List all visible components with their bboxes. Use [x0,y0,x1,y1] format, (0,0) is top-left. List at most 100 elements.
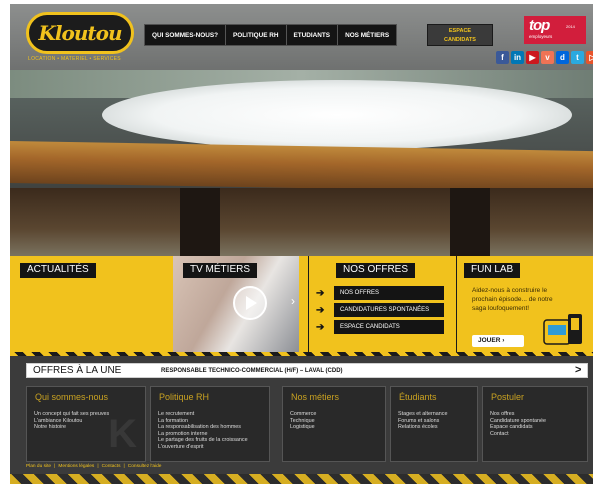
page: Kloutou LOCATION • MATERIEL • SERVICES Q… [10,4,593,484]
hero-carousel[interactable] [10,70,593,256]
column-links: Un concept qui fait ses preuves L'ambian… [34,411,109,431]
column-qui-sommes-nous: Qui sommes-nous Un concept qui fait ses … [26,386,146,462]
nos-offres-title: NOS OFFRES [336,263,416,278]
column-title[interactable]: Étudiants [399,392,437,402]
viadeo-icon[interactable]: v [541,51,554,64]
dailymotion-icon[interactable]: d [556,51,569,64]
hero-bucket-post [450,188,490,256]
column-politique-rh: Politique RH Le recrutement La formation… [150,386,270,462]
column-link[interactable]: Le partage des fruits de la croissance [158,437,248,444]
espace-label-line2: CANDIDATS [444,37,476,43]
linkedin-icon[interactable]: in [511,51,524,64]
header: Kloutou LOCATION • MATERIEL • SERVICES Q… [10,4,593,70]
jouer-button[interactable]: JOUER › [472,335,524,347]
column-link[interactable]: Candidature spontanée [490,418,546,425]
arrow-right-icon: ➔ [316,304,325,316]
feature-band: ACTUALITÉS TV MÉTIERS › NOS OFFRES ➔ NOS… [10,256,593,352]
column-links: Nos offres Candidature spontanée Espace … [490,411,546,437]
hero-bucket-rim [10,140,593,194]
top-employeurs-badge[interactable]: top 2014 employeurs [524,16,586,44]
column-title[interactable]: Politique RH [159,392,209,402]
column-title[interactable]: Nos métiers [291,392,339,402]
footer-separator: | [54,464,56,469]
column-link[interactable]: L'ouverture d'esprit [158,444,248,451]
hero-bucket-post [180,188,220,256]
column-postuler: Postuler Nos offres Candidature spontané… [482,386,588,462]
badge-year: 2014 [566,24,575,29]
column-link[interactable]: La formation [158,418,248,425]
column-etudiants: Étudiants Stages et alternance Forums et… [390,386,478,462]
hero-bucket-body [10,188,593,256]
footer-links: Plan du site | Mentions légales | Contac… [26,464,161,469]
tv-metiers-panel: TV MÉTIERS [173,256,299,352]
offres-links: ➔ NOS OFFRES ➔ CANDIDATURES SPONTANÉES ➔… [316,286,444,337]
fun-lab-text: Aidez-nous à construire le prochain épis… [472,287,553,312]
column-links: Le recrutement La formation La responsab… [158,411,248,451]
footer-link-contacts[interactable]: Contacts [102,464,121,469]
badge-top: top [529,17,550,34]
badge-employeurs: employeurs [529,34,553,39]
espace-candidats-link[interactable]: ESPACE CANDIDATS [334,320,444,334]
column-link[interactable]: La responsabilisation des hommes [158,424,248,431]
offres-a-la-une-title: OFFRES À LA UNE [33,365,122,376]
column-link[interactable]: Contact [490,431,546,438]
offre-link-row[interactable]: ➔ NOS OFFRES [316,286,444,300]
nav-item-politique-rh[interactable]: POLITIQUE RH [226,25,287,45]
offres-a-la-une-bar[interactable]: OFFRES À LA UNE RESPONSABLE TECHNICO-COM… [26,363,588,378]
actualites-panel[interactable]: ACTUALITÉS [10,256,173,352]
column-title[interactable]: Postuler [491,392,524,402]
column-link[interactable]: La promotion interne [158,431,248,438]
twitter-icon[interactable]: t [571,51,584,64]
espace-label-line1: ESPACE [448,28,472,34]
chevron-right-icon[interactable]: › [291,294,295,308]
nav-item-nos-metiers[interactable]: NOS MÉTIERS [338,25,396,45]
facebook-icon[interactable]: f [496,51,509,64]
footer-link-mentions-legales[interactable]: Mentions légales [58,464,94,469]
column-link[interactable]: Un concept qui fait ses preuves [34,411,109,418]
footer-separator: | [123,464,125,469]
actualites-title: ACTUALITÉS [20,263,96,278]
tv-metiers-title: TV MÉTIERS [183,263,258,278]
play-store-icon[interactable]: ▷ [586,51,593,64]
column-link[interactable]: Stages et alternance [398,411,447,418]
column-link[interactable]: L'ambiance Kiloutou [34,418,109,425]
column-link[interactable]: Nos offres [490,411,546,418]
youtube-icon[interactable]: ▶ [526,51,539,64]
arrow-right-icon: ➔ [316,321,325,333]
footer-link-aide[interactable]: Consultez l'aide [128,464,162,469]
main-nav: QUI SOMMES-NOUS? POLITIQUE RH ETUDIANTS … [144,24,398,46]
offre-link-row[interactable]: ➔ ESPACE CANDIDATS [316,320,444,334]
social-links: f in ▶ v d t ▷ [496,51,593,64]
hazard-stripe-footer [10,474,593,484]
footer-separator: | [97,464,99,469]
column-title[interactable]: Qui sommes-nous [35,392,108,402]
logo-text: Kloutou [38,21,123,45]
hero-snow [102,80,572,150]
column-link[interactable]: Relations écoles [398,424,447,431]
featured-job-link[interactable]: RESPONSABLE TECHNICO-COMMERCIAL (H/F) – … [161,368,343,374]
nos-offres-link[interactable]: NOS OFFRES [334,286,444,300]
column-link[interactable]: Espace candidats [490,424,546,431]
nav-item-etudiants[interactable]: ETUDIANTS [287,25,339,45]
lower-section: OFFRES À LA UNE RESPONSABLE TECHNICO-COM… [10,356,593,484]
next-arrow-icon[interactable]: > [575,364,581,376]
column-links: Stages et alternance Forums et salons Re… [398,411,447,431]
column-link[interactable]: Forums et salons [398,418,447,425]
fun-lab-title: FUN LAB [464,263,521,278]
candidatures-spontanees-link[interactable]: CANDIDATURES SPONTANÉES [334,303,444,317]
column-link[interactable]: Technique [290,418,316,425]
column-link[interactable]: Commerce [290,411,316,418]
column-links: Commerce Technique Logistique [290,411,316,431]
column-nos-metiers: Nos métiers Commerce Technique Logistiqu… [282,386,386,462]
footer-link-plan-du-site[interactable]: Plan du site [26,464,51,469]
espace-candidats-button[interactable]: ESPACE CANDIDATS [427,24,493,46]
offre-link-row[interactable]: ➔ CANDIDATURES SPONTANÉES [316,303,444,317]
brand-logo[interactable]: Kloutou [26,12,134,54]
column-link[interactable]: Le recrutement [158,411,248,418]
mascot-icon [543,314,582,345]
nav-item-qui-sommes-nous[interactable]: QUI SOMMES-NOUS? [145,25,227,45]
watermark-k: K [108,412,137,456]
column-link[interactable]: Logistique [290,424,316,431]
column-link[interactable]: Notre histoire [34,424,109,431]
arrow-right-icon: ➔ [316,287,325,299]
